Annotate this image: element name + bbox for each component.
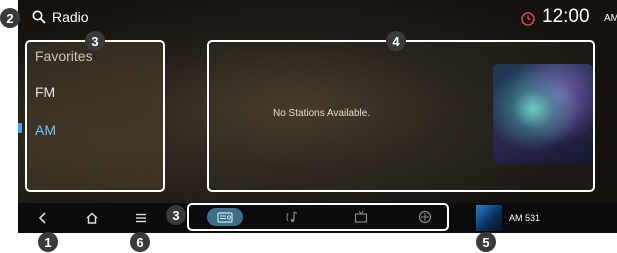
page-title: Radio <box>52 9 89 25</box>
callout-1: 1 <box>38 232 58 252</box>
now-playing-label[interactable]: AM 531 <box>509 213 540 223</box>
band-list-panel: Favorites FM AM <box>25 40 165 192</box>
tv-icon <box>354 210 368 223</box>
media-source-tabs <box>187 203 449 231</box>
menu-button[interactable] <box>133 205 149 231</box>
radio-icon <box>217 212 233 223</box>
back-button[interactable] <box>36 205 50 231</box>
empty-message: No Stations Available. <box>273 108 371 119</box>
radio-screen-figure: Radio 12:00 AM Favorites FM AM No Statio… <box>0 0 617 253</box>
clock-icon <box>521 12 535 26</box>
callout-6: 6 <box>130 232 150 252</box>
tab-music[interactable] <box>275 208 311 226</box>
callout-3-source-tabs: 3 <box>166 205 186 225</box>
album-art <box>493 64 593 164</box>
callout-2: 2 <box>0 8 20 28</box>
band-item-am[interactable]: AM <box>35 122 56 138</box>
tab-more[interactable] <box>407 208 443 226</box>
home-icon <box>86 212 98 224</box>
apps-icon <box>418 210 432 224</box>
head-unit-screen: Radio 12:00 AM Favorites FM AM No Statio… <box>18 0 617 233</box>
menu-icon <box>136 213 146 223</box>
station-list-panel: No Stations Available. <box>207 40 595 192</box>
callout-3-band-list: 3 <box>85 31 105 51</box>
tab-tv[interactable] <box>343 208 379 226</box>
callout-5: 5 <box>476 232 496 252</box>
selected-band-indicator <box>18 123 22 133</box>
home-button[interactable] <box>84 205 100 231</box>
music-icon <box>286 211 298 223</box>
band-item-favorites[interactable]: Favorites <box>35 48 93 64</box>
search-icon[interactable] <box>32 10 46 24</box>
clock-ampm: AM <box>604 13 617 24</box>
top-bar: Radio 12:00 AM <box>18 0 617 36</box>
back-icon <box>38 212 46 224</box>
clock-time: 12:00 <box>542 6 590 27</box>
tab-radio[interactable] <box>207 208 243 226</box>
now-playing-thumbnail[interactable] <box>476 205 502 231</box>
callout-4: 4 <box>386 31 406 51</box>
band-item-fm[interactable]: FM <box>35 84 55 100</box>
